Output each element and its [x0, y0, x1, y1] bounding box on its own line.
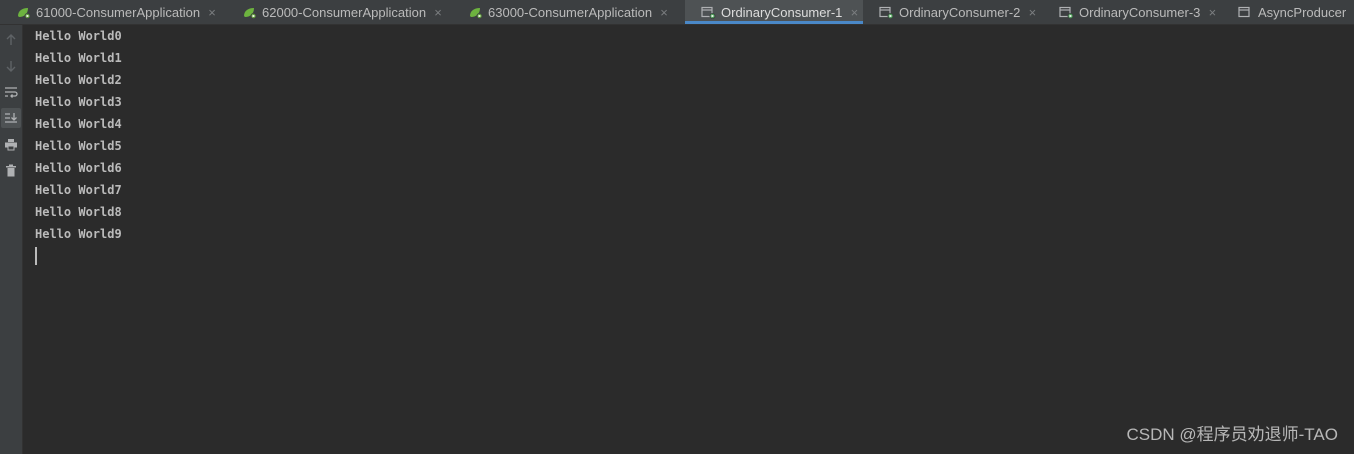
console-line: Hello World1 [35, 51, 122, 65]
tab-async-producer[interactable]: AsyncProducer [1222, 0, 1354, 24]
close-icon[interactable]: × [848, 5, 860, 20]
watermark: CSDN @程序员劝退师-TAO [1126, 425, 1339, 444]
up-arrow-button[interactable] [1, 30, 21, 50]
tab-62000-consumer-application[interactable]: 62000-ConsumerApplication × [226, 0, 452, 24]
trash-icon [6, 164, 16, 176]
down-arrow-icon [6, 61, 16, 72]
tab-label: 62000-ConsumerApplication [262, 4, 427, 20]
tab-ordinary-consumer-1[interactable]: OrdinaryConsumer-1 × [685, 0, 863, 24]
run-config-icon [1059, 6, 1074, 19]
tab-label: OrdinaryConsumer-2 [899, 4, 1021, 20]
tab-63000-consumer-application[interactable]: 63000-ConsumerApplication × [452, 0, 685, 24]
console-line: Hello World7 [35, 183, 122, 197]
console-line: Hello World5 [35, 139, 122, 153]
tab-label: AsyncProducer [1258, 4, 1347, 20]
scroll-to-end-button[interactable] [1, 108, 21, 128]
console-line: Hello World8 [35, 205, 122, 219]
close-icon[interactable]: × [432, 5, 444, 20]
console-toolbar [0, 25, 23, 454]
close-icon[interactable]: × [206, 5, 218, 20]
spring-boot-icon [16, 6, 31, 19]
text-cursor [35, 247, 37, 265]
print-icon [5, 138, 17, 150]
run-config-icon [701, 6, 716, 19]
soft-wrap-button[interactable] [1, 82, 21, 102]
spring-boot-icon [242, 6, 257, 19]
tab-label: 63000-ConsumerApplication [488, 4, 653, 20]
clear-all-button[interactable] [1, 160, 21, 180]
console-line: Hello World0 [35, 29, 122, 43]
scroll-to-end-icon [5, 113, 17, 123]
tab-ordinary-consumer-2[interactable]: OrdinaryConsumer-2 × [863, 0, 1043, 24]
console-line: Hello World2 [35, 73, 122, 87]
close-icon[interactable]: × [1206, 5, 1218, 20]
down-arrow-button[interactable] [1, 56, 21, 76]
run-tab-bar: 61000-ConsumerApplication × 62000-Consum… [0, 0, 1354, 25]
print-button[interactable] [1, 134, 21, 154]
up-arrow-icon [6, 34, 16, 45]
run-config-icon [1238, 6, 1253, 19]
close-icon[interactable]: × [658, 5, 670, 20]
tab-label: 61000-ConsumerApplication [36, 4, 201, 20]
tab-label: OrdinaryConsumer-1 [721, 4, 843, 20]
console-line: Hello World4 [35, 117, 122, 131]
tab-ordinary-consumer-3[interactable]: OrdinaryConsumer-3 × [1043, 0, 1222, 24]
spring-boot-icon [468, 6, 483, 19]
soft-wrap-icon [5, 87, 18, 98]
console-line: Hello World6 [35, 161, 122, 175]
run-config-icon [879, 6, 894, 19]
console-output[interactable]: Hello World0 Hello World1 Hello World2 H… [23, 25, 1354, 454]
console-line: Hello World3 [35, 95, 122, 109]
tab-label: OrdinaryConsumer-3 [1079, 4, 1201, 20]
close-icon[interactable]: × [1026, 5, 1038, 20]
tab-61000-consumer-application[interactable]: 61000-ConsumerApplication × [0, 0, 226, 24]
console-line: Hello World9 [35, 227, 122, 241]
